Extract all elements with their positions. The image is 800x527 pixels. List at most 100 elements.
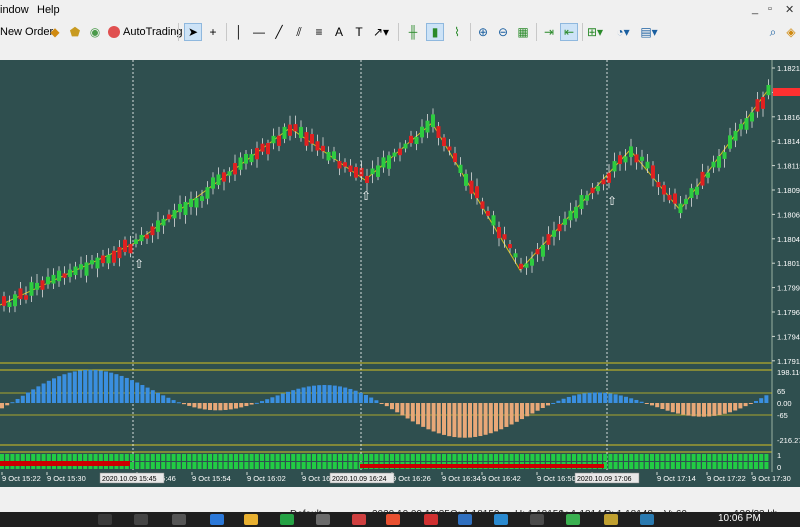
price-tick-label: 1.18140 xyxy=(777,137,800,146)
trendline-icon[interactable]: ╱ xyxy=(270,23,288,41)
app-icon[interactable] xyxy=(604,514,618,525)
signal-cell xyxy=(358,454,363,461)
auto-scroll-icon[interactable]: ⇤ xyxy=(560,23,578,41)
signal-cell xyxy=(20,454,25,461)
bar-chart-icon[interactable]: ╫ xyxy=(404,23,422,41)
signal-cell xyxy=(499,454,504,461)
periods-icon[interactable]: ◔▾ xyxy=(614,23,632,41)
signal-cell xyxy=(431,454,436,461)
horizontal-line-icon[interactable]: — xyxy=(250,23,268,41)
signal-cell xyxy=(166,462,171,469)
osc-bar-negative xyxy=(499,403,504,430)
app-icon[interactable] xyxy=(316,514,330,525)
bar-tick-label: 1 xyxy=(777,451,781,460)
zoom-out-icon[interactable]: ⊖ xyxy=(494,23,512,41)
menu-window[interactable]: indow xyxy=(0,4,29,16)
osc-bar-negative xyxy=(681,403,686,415)
globe-icon[interactable]: ◉ xyxy=(86,23,104,41)
bear-candle xyxy=(167,214,171,220)
bull-candle xyxy=(640,156,644,161)
osc-tick-label: 198.116 xyxy=(777,368,800,377)
zoom-in-icon[interactable]: ⊕ xyxy=(474,23,492,41)
channel-icon[interactable]: ⫽ xyxy=(290,23,308,41)
bear-candle xyxy=(700,171,705,186)
signal-cell xyxy=(93,454,98,461)
osc-bar-negative xyxy=(405,403,410,419)
app-icon[interactable] xyxy=(386,514,400,525)
osc-bar-negative xyxy=(431,403,436,432)
chart-area[interactable]: 1.182151.181901.181651.181401.181151.180… xyxy=(0,60,800,487)
osc-bar-negative xyxy=(644,403,649,404)
vertical-line-icon[interactable]: │ xyxy=(230,23,248,41)
signal-cell xyxy=(202,462,207,469)
line-chart-icon[interactable]: ⌇ xyxy=(448,23,466,41)
signal-cell xyxy=(509,454,514,461)
signal-cell xyxy=(504,454,509,461)
app-icon[interactable] xyxy=(640,514,654,525)
signal-cell xyxy=(587,454,592,461)
task-view-icon[interactable] xyxy=(172,514,186,525)
time-tick-label: 9 Oct 16:50 xyxy=(537,474,576,483)
bull-candle xyxy=(381,157,386,168)
bear-candle xyxy=(293,124,298,132)
osc-bar-negative xyxy=(494,403,498,432)
signal-cell xyxy=(655,462,660,469)
text-label-icon[interactable]: T xyxy=(350,23,368,41)
market-watch-icon[interactable]: ◆ xyxy=(46,23,64,41)
price-chart[interactable]: 1.182151.181901.181651.181401.181151.180… xyxy=(0,60,800,487)
osc-bar-negative xyxy=(213,403,218,411)
crosshair-icon[interactable]: + xyxy=(204,23,222,41)
osc-bar-positive xyxy=(312,385,316,403)
signal-cell xyxy=(655,454,660,461)
app-icon[interactable] xyxy=(458,514,472,525)
osc-bar-negative xyxy=(504,403,509,427)
cursor-icon[interactable]: ➤ xyxy=(184,23,202,41)
search-taskbar-icon[interactable] xyxy=(134,514,148,525)
arrows-dropdown-icon[interactable]: ↗▾ xyxy=(372,23,390,41)
bull-candle xyxy=(95,257,100,269)
opera-icon[interactable] xyxy=(352,514,366,525)
osc-bar-negative xyxy=(712,403,717,416)
indicators-icon[interactable]: ⊞▾ xyxy=(586,23,604,41)
minimize-icon[interactable]: _ xyxy=(752,3,758,15)
app-icon[interactable] xyxy=(494,514,508,525)
app-icon[interactable] xyxy=(424,514,438,525)
price-tick-label: 1.18115 xyxy=(777,162,800,171)
templates-icon[interactable]: ▤▾ xyxy=(640,23,658,41)
file-explorer-icon[interactable] xyxy=(244,514,258,525)
app-icon[interactable] xyxy=(566,514,580,525)
windows-start-icon[interactable] xyxy=(98,514,112,525)
candlestick-icon[interactable]: ▮ xyxy=(426,23,444,41)
strategy-tester-icon[interactable]: ⬟ xyxy=(66,23,84,41)
signal-cell xyxy=(296,462,301,469)
search-icon[interactable]: ⌕ xyxy=(764,23,782,41)
time-tick-label: 9 Oct 17:14 xyxy=(657,474,696,483)
time-marker-label: 2020.10.09 17:06 xyxy=(577,476,632,483)
bear-candle xyxy=(486,210,490,216)
signal-cell xyxy=(161,454,166,461)
autotrading-button[interactable]: AutoTrading xyxy=(108,23,183,41)
signal-cell xyxy=(26,454,30,461)
fibonacci-icon[interactable]: ≡ xyxy=(310,23,328,41)
close-icon[interactable]: ✕ xyxy=(785,3,794,16)
app-icon[interactable] xyxy=(530,514,544,525)
community-icon[interactable]: ◈ xyxy=(782,23,800,41)
signal-cell xyxy=(348,462,353,469)
whatsapp-icon[interactable] xyxy=(280,514,294,525)
signal-arrow-icon: ⇧ xyxy=(607,194,617,208)
text-tool[interactable]: A xyxy=(330,23,348,41)
signal-cell xyxy=(275,454,280,461)
osc-bar-negative xyxy=(416,403,420,425)
osc-bar-positive xyxy=(83,370,88,403)
bear-candle xyxy=(656,181,661,188)
edge-icon[interactable] xyxy=(210,514,224,525)
bar-tick-label: 0 xyxy=(777,463,781,472)
tile-windows-icon[interactable]: ▦ xyxy=(514,23,532,41)
osc-bar-positive xyxy=(754,400,758,403)
menu-help[interactable]: Help xyxy=(37,4,60,16)
restore-icon[interactable]: ▫ xyxy=(768,3,772,15)
osc-bar-negative xyxy=(696,403,701,417)
bear-candle xyxy=(590,187,595,194)
chart-shift-icon[interactable]: ⇥ xyxy=(540,23,558,41)
osc-bar-negative xyxy=(197,403,202,409)
